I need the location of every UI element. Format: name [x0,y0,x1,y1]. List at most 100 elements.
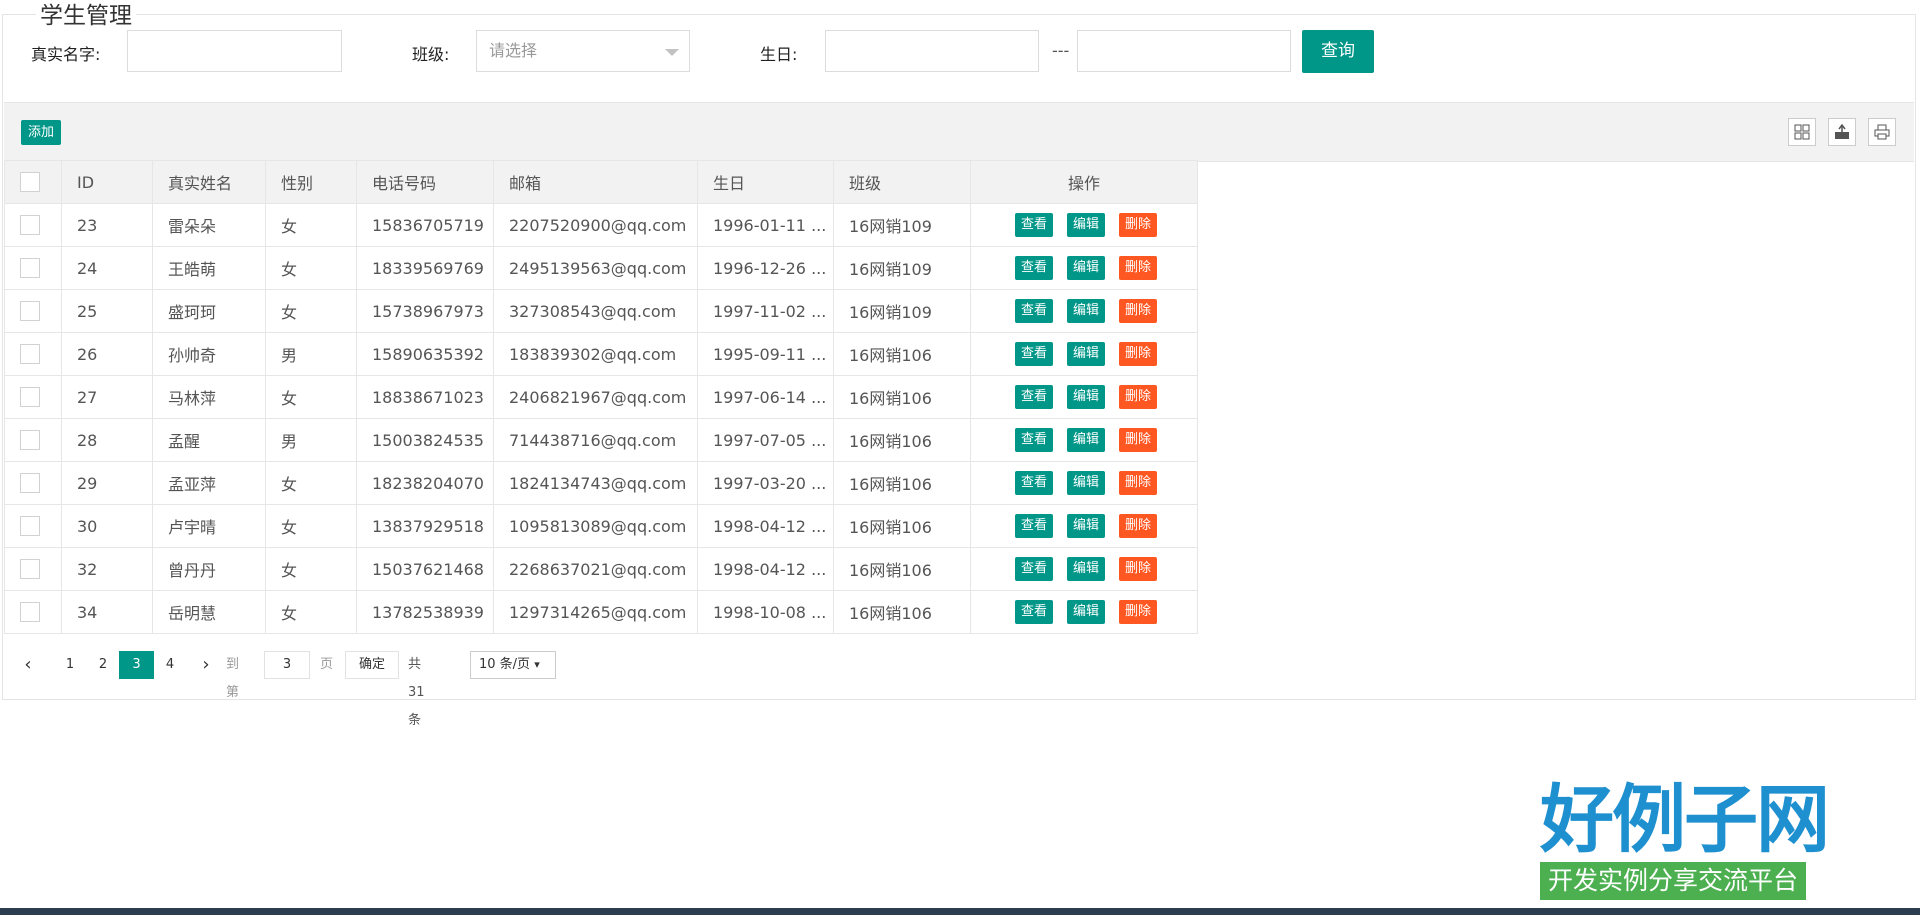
view-button[interactable]: 查看 [1015,600,1053,624]
view-button[interactable]: 查看 [1015,514,1053,538]
delete-button[interactable]: 删除 [1119,428,1157,452]
view-button[interactable]: 查看 [1015,471,1053,495]
row-checkbox[interactable] [20,516,40,537]
header-gender[interactable]: 性别 [265,160,357,204]
row-checkbox-cell[interactable] [4,246,62,290]
view-button[interactable]: 查看 [1015,299,1053,323]
cell-phone: 15738967973 [356,289,494,333]
row-checkbox[interactable] [20,301,40,322]
delete-button[interactable]: 删除 [1119,600,1157,624]
cell-email: 2268637021@qq.com [493,547,698,591]
view-button[interactable]: 查看 [1015,428,1053,452]
edit-button[interactable]: 编辑 [1067,514,1105,538]
view-button[interactable]: 查看 [1015,256,1053,280]
watermark-logo: 好例子网 开发实例分享交流平台 [1540,780,1830,900]
delete-button[interactable]: 删除 [1119,471,1157,495]
goto-page-input[interactable]: 3 [264,651,310,679]
row-checkbox-cell[interactable] [4,461,62,505]
cell-phone: 13837929518 [356,504,494,548]
header-birthday[interactable]: 生日 [697,160,834,204]
row-checkbox-cell[interactable] [4,547,62,591]
cell-id: 26 [61,332,153,376]
delete-button[interactable]: 删除 [1119,342,1157,366]
row-checkbox[interactable] [20,258,40,279]
table-header-row: ID 真实姓名 性别 电话号码 邮箱 生日 班级 操作 [4,160,1198,204]
edit-button[interactable]: 编辑 [1067,213,1105,237]
delete-button[interactable]: 删除 [1119,213,1157,237]
birthday-to-input[interactable] [1077,30,1291,72]
class-select[interactable]: 请选择 [476,30,690,72]
row-checkbox[interactable] [20,387,40,408]
cell-id: 23 [61,203,153,247]
add-button[interactable]: 添加 [21,120,61,145]
cell-class: 16网销109 [833,289,971,333]
header-id[interactable]: ID [61,160,153,204]
header-class[interactable]: 班级 [833,160,971,204]
table-row: 27 马林萍女 18838671023 2406821967@qq.com 1997-0… [4,375,1198,419]
row-checkbox-cell[interactable] [4,418,62,462]
edit-button[interactable]: 编辑 [1067,385,1105,409]
delete-button[interactable]: 删除 [1119,557,1157,581]
cell-class: 16网销106 [833,418,971,462]
cell-birthday: 1998-10-08 ... [697,590,834,634]
birthday-from-input[interactable] [825,30,1039,72]
logo-sub-text: 开发实例分享交流平台 [1540,862,1807,900]
row-checkbox[interactable] [20,559,40,580]
export-icon[interactable] [1828,118,1856,146]
edit-button[interactable]: 编辑 [1067,471,1105,495]
delete-button[interactable]: 删除 [1119,256,1157,280]
edit-button[interactable]: 编辑 [1067,256,1105,280]
cell-actions: 查看 编辑 删除 [970,375,1198,419]
table-row: 26 孙帅奇男 15890635392 183839302@qq.com 1995-09… [4,332,1198,376]
page-size-select[interactable]: 10 条/页 ▾ [470,651,556,679]
edit-button[interactable]: 编辑 [1067,299,1105,323]
cell-gender: 女 [265,289,357,333]
edit-button[interactable]: 编辑 [1067,342,1105,366]
row-checkbox-cell[interactable] [4,504,62,548]
goto-confirm-button[interactable]: 确定 [345,651,399,679]
header-phone[interactable]: 电话号码 [356,160,494,204]
cell-email: 2495139563@qq.com [493,246,698,290]
row-checkbox-cell[interactable] [4,289,62,333]
edit-button[interactable]: 编辑 [1067,600,1105,624]
edit-button[interactable]: 编辑 [1067,428,1105,452]
row-checkbox[interactable] [20,602,40,623]
page-4[interactable]: 4 [156,651,184,679]
row-checkbox[interactable] [20,344,40,365]
delete-button[interactable]: 删除 [1119,299,1157,323]
next-page-icon[interactable]: › [196,651,216,679]
row-checkbox[interactable] [20,473,40,494]
cell-name: 孙帅奇 [152,332,266,376]
real-name-input[interactable] [127,30,342,72]
row-checkbox-cell[interactable] [4,375,62,419]
print-icon[interactable] [1868,118,1896,146]
view-button[interactable]: 查看 [1015,385,1053,409]
page-2[interactable]: 2 [89,651,117,679]
query-button[interactable]: 查询 [1302,30,1374,73]
row-checkbox-cell[interactable] [4,203,62,247]
header-email[interactable]: 邮箱 [493,160,698,204]
delete-button[interactable]: 删除 [1119,385,1157,409]
page-3-current[interactable]: 3 [119,651,154,679]
header-name[interactable]: 真实姓名 [152,160,266,204]
view-button[interactable]: 查看 [1015,557,1053,581]
view-button[interactable]: 查看 [1015,213,1053,237]
view-button[interactable]: 查看 [1015,342,1053,366]
columns-icon[interactable] [1788,118,1816,146]
class-select-placeholder: 请选择 [489,41,538,60]
select-all-checkbox-cell[interactable] [4,160,62,204]
select-all-checkbox[interactable] [20,172,40,193]
cell-email: 1095813089@qq.com [493,504,698,548]
row-checkbox-cell[interactable] [4,332,62,376]
cell-id: 24 [61,246,153,290]
prev-page-icon[interactable]: ‹ [18,651,38,679]
page-1[interactable]: 1 [56,651,84,679]
row-checkbox[interactable] [20,215,40,236]
delete-button[interactable]: 删除 [1119,514,1157,538]
row-checkbox-cell[interactable] [4,590,62,634]
cell-phone: 18838671023 [356,375,494,419]
edit-button[interactable]: 编辑 [1067,557,1105,581]
cell-phone: 15003824535 [356,418,494,462]
bottom-bar [0,908,1920,915]
row-checkbox[interactable] [20,430,40,451]
